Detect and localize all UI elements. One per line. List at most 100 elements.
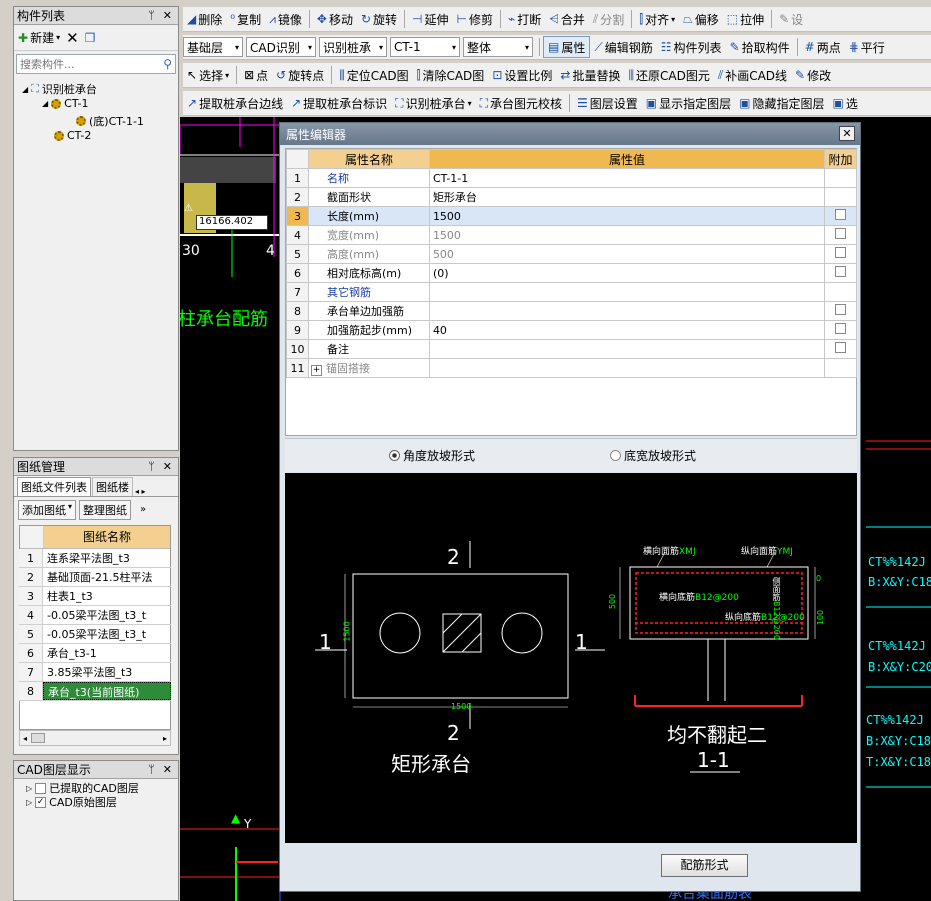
property-row[interactable]: 1 名称 CT-1-1 <box>286 168 858 188</box>
scroll-left-icon[interactable]: ◂ <box>23 734 27 743</box>
rebar-form-button[interactable]: 配筋形式 <box>661 854 748 877</box>
property-value[interactable]: 40 <box>428 320 825 340</box>
sheet-row[interactable]: 3 柱表1_t3 <box>19 587 171 606</box>
property-value[interactable] <box>428 282 825 302</box>
property-value[interactable] <box>428 339 825 359</box>
offset-button[interactable]: ⏢ 偏移 <box>679 8 723 30</box>
layer-settings-button[interactable]: ☰ 图层设置 <box>573 92 642 114</box>
property-value[interactable]: 矩形承台 <box>428 187 825 207</box>
attach-checkbox[interactable] <box>834 247 846 258</box>
stretch-button[interactable]: ⬚ 拉伸 <box>723 8 768 30</box>
property-row[interactable]: 10 备注 <box>286 339 858 359</box>
restore-cad-button[interactable]: ⫼ 还原CAD图元 <box>624 64 713 86</box>
pin-icon[interactable]: ᛘ <box>148 460 155 473</box>
extract-label-button[interactable]: ↗ 提取桩承台标识 <box>287 92 391 114</box>
move-button[interactable]: ✥ 移动 <box>313 8 357 30</box>
sheet-row[interactable]: 8 承台_t3(当前图纸) <box>19 682 171 701</box>
recognize-pile-cap-button[interactable]: ⛶ 识别桩承台 ▾ <box>391 92 475 114</box>
check-pile-cap-button[interactable]: ⛶ 承台图元校核 <box>476 92 566 114</box>
property-row[interactable]: 8 承台单边加强筋 <box>286 301 858 321</box>
search-input[interactable] <box>20 57 150 71</box>
component-select[interactable]: CT-1 ▾ <box>390 37 460 57</box>
attach-checkbox[interactable] <box>834 342 846 353</box>
tree-item-ct2[interactable]: CT-2 <box>54 129 91 142</box>
property-row[interactable]: 5 高度(mm) 500 <box>286 244 858 264</box>
pile-type-select[interactable]: 识别桩承 ▾ <box>319 37 387 57</box>
two-points-button[interactable]: # 两点 <box>801 36 845 58</box>
property-row[interactable]: 3 长度(mm) 1500 <box>286 206 858 226</box>
supplement-cad-button[interactable]: ⫽ 补画CAD线 <box>714 64 791 86</box>
hide-layer-button[interactable]: ▣ 隐藏指定图层 <box>735 92 828 114</box>
dialog-title-bar[interactable]: 属性编辑器 <box>280 123 860 145</box>
search-box[interactable]: ⚲ <box>16 54 176 74</box>
merge-button[interactable]: ⩤ 合并 <box>545 8 589 30</box>
pick-component-button[interactable]: ✎ 拾取构件 <box>726 36 794 58</box>
sheet-row[interactable]: 4 -0.05梁平法图_t3_t <box>19 606 171 625</box>
tab-scroll-icon[interactable]: ◂ ▸ <box>135 487 146 496</box>
batch-replace-button[interactable]: ⇄ 批量替换 <box>556 64 624 86</box>
tab-sheet-floors[interactable]: 图纸楼 <box>92 477 133 496</box>
search-icon[interactable]: ⚲ <box>163 57 172 71</box>
attach-checkbox[interactable] <box>834 323 846 334</box>
attach-checkbox[interactable] <box>834 266 846 277</box>
locate-cad-button[interactable]: ⫼ 定位CAD图 <box>335 64 412 86</box>
property-value[interactable] <box>428 301 825 321</box>
attach-checkbox[interactable] <box>834 304 846 315</box>
modify-button[interactable]: ✎ 修改 <box>791 64 835 86</box>
trim-button[interactable]: ⊢ 修剪 <box>453 8 497 30</box>
split-button[interactable]: ⫽ 分割 <box>589 8 628 30</box>
settings-button[interactable]: ✎ 设 <box>775 8 807 30</box>
more-layer-button[interactable]: ▣ 选 <box>829 92 862 114</box>
property-value[interactable]: 1500 <box>428 206 825 226</box>
sheet-row[interactable]: 2 基础顶面-21.5柱平法 <box>19 568 171 587</box>
tab-sheet-files[interactable]: 图纸文件列表 <box>17 477 91 496</box>
attach-checkbox[interactable] <box>834 209 846 220</box>
sheet-row[interactable]: 7 3.85梁平法图_t3 <box>19 663 171 682</box>
set-scale-button[interactable]: ⊡ 设置比例 <box>488 64 556 86</box>
rotate-button[interactable]: ↻ 旋转 <box>357 8 401 30</box>
sheet-row[interactable]: 6 承台_t3-1 <box>19 644 171 663</box>
cad-recognize-select[interactable]: CAD识别 ▾ <box>246 37 316 57</box>
mirror-button[interactable]: ⩘ 镜像 <box>265 8 306 30</box>
property-row[interactable]: 2 截面形状 矩形承台 <box>286 187 858 207</box>
layer-extracted-checkbox[interactable] <box>35 782 47 794</box>
coord-input[interactable]: 16166.402 <box>196 215 268 230</box>
property-row[interactable]: 11 + 锚固搭接 <box>286 358 858 378</box>
component-list-button[interactable]: ☷ 构件列表 <box>657 36 726 58</box>
extract-edge-button[interactable]: ↗ 提取桩承台边线 <box>183 92 287 114</box>
sheet-hscroll[interactable]: ◂ ▸ <box>19 730 171 746</box>
tree-root[interactable]: ◢ ⛶ 识别桩承台 <box>22 81 97 97</box>
extend-button[interactable]: ⊣ 延伸 <box>408 8 452 30</box>
close-icon[interactable]: ✕ <box>163 460 172 473</box>
new-button[interactable]: ✚ 新建 ▾ <box>18 29 60 46</box>
floor-select[interactable]: 基础层 ▾ <box>183 37 243 57</box>
select-button[interactable]: ↖ 选择 ▾ <box>183 64 233 86</box>
property-row[interactable]: 6 相对底标高(m) (0) <box>286 263 858 283</box>
break-button[interactable]: ⌁ 打断 <box>504 8 545 30</box>
delete-button[interactable]: ◢ 删除 <box>183 8 226 30</box>
close-icon[interactable]: ✕ <box>163 9 172 22</box>
organize-sheet-button[interactable]: 整理图纸 <box>79 499 132 520</box>
copy-button[interactable]: ⁰ 复制 <box>226 8 265 30</box>
radio-width-slope[interactable]: 底宽放坡形式 <box>610 447 696 464</box>
clear-cad-button[interactable]: ⫿ 清除CAD图 <box>413 64 489 86</box>
property-row[interactable]: 4 宽度(mm) 1500 <box>286 225 858 245</box>
edit-rebar-button[interactable]: ⟋ 编辑钢筋 <box>590 36 656 58</box>
scope-select[interactable]: 整体 ▾ <box>463 37 533 57</box>
close-icon[interactable]: ✕ <box>163 763 172 776</box>
rotate-point-button[interactable]: ↺ 旋转点 <box>272 64 328 86</box>
scroll-right-icon[interactable]: ▸ <box>163 734 167 743</box>
pin-icon[interactable]: ᛘ <box>148 763 155 776</box>
align-button[interactable]: ⫿ 对齐 ▾ <box>635 8 679 30</box>
delete-icon[interactable]: ✕ <box>66 29 79 47</box>
pin-icon[interactable]: ᛘ <box>148 9 155 22</box>
sheet-row[interactable]: 1 连系梁平法图_t3 <box>19 549 171 568</box>
point-button[interactable]: ⊠ 点 <box>240 64 272 86</box>
tree-item-ct1-1[interactable]: (底)CT-1-1 <box>76 113 144 129</box>
layer-original[interactable]: ▷ ✓ CAD原始图层 <box>26 794 117 810</box>
copy-icon[interactable]: ❐ <box>85 31 96 45</box>
property-row[interactable]: 7 其它钢筋 <box>286 282 858 302</box>
add-sheet-button[interactable]: 添加图纸 ▾ <box>18 499 77 520</box>
property-value[interactable]: CT-1-1 <box>428 168 825 188</box>
property-value[interactable] <box>428 358 825 378</box>
